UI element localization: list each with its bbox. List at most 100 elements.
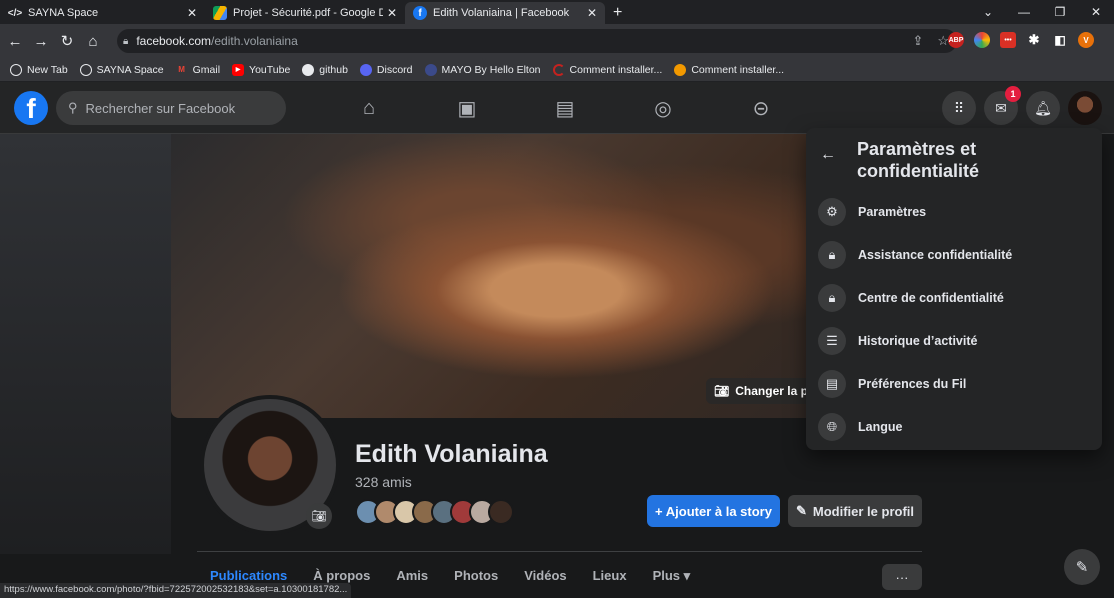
menu-title: Paramètres et confidentialité xyxy=(857,139,980,181)
menu-item-centre-confidentialite[interactable]: 🔒︎ Centre de confidentialité xyxy=(806,276,1102,319)
globe-icon xyxy=(79,63,92,76)
tab-photos[interactable]: Photos xyxy=(454,568,498,584)
groups-icon[interactable]: ◎ xyxy=(614,82,712,134)
camera-icon[interactable]: 📷︎ xyxy=(306,503,332,529)
menu-item-label: Préférences du Fil xyxy=(858,376,967,391)
home-icon[interactable]: ⌂ xyxy=(82,33,104,50)
tab-amis[interactable]: Amis xyxy=(396,568,428,584)
add-story-button[interactable]: + Ajouter à la story xyxy=(647,495,780,527)
change-cover-button[interactable]: 📷︎ Changer la photo de couverture xyxy=(706,378,816,404)
menu-item-label: Paramètres xyxy=(858,204,927,219)
new-message-icon[interactable]: ✎ xyxy=(1064,549,1100,585)
reload-icon[interactable]: ↻ xyxy=(56,32,78,50)
marketplace-icon[interactable]: ▤ xyxy=(516,82,614,134)
friend-avatars xyxy=(355,499,514,525)
forward-arrow-icon[interactable]: → xyxy=(30,33,52,50)
address-bar-row: ← → ↻ ⌂ 🔒︎ facebook.com/edith.volaniaina… xyxy=(0,24,1114,58)
close-icon[interactable]: ✕ xyxy=(587,6,597,20)
tab-plus[interactable]: Plus ▾ xyxy=(653,568,691,584)
github-icon xyxy=(302,63,315,76)
facebook-header: f ⚲ Rechercher sur Facebook ⌂ ▣ ▤ ◎ ⊝ ⠿ … xyxy=(0,82,1114,134)
gaming-icon[interactable]: ⊝ xyxy=(712,82,810,134)
home-icon[interactable]: ⌂ xyxy=(320,82,418,134)
puzzle-icon[interactable]: ✱ xyxy=(1026,32,1042,48)
bookmark-label: YouTube xyxy=(249,63,291,76)
more-options-button[interactable]: ··· xyxy=(882,564,922,590)
menu-grid-icon[interactable]: ⠿ xyxy=(942,91,976,125)
friend-avatar[interactable] xyxy=(488,499,514,525)
tab-google-drive[interactable]: Projet - Sécurité.pdf - Google Dr ✕ xyxy=(205,2,405,24)
restore-icon[interactable]: ❐ xyxy=(1042,5,1078,19)
messenger-icon[interactable]: ✉ 1 xyxy=(984,86,1021,125)
lock-icon: 🔒︎ xyxy=(818,283,846,312)
share-icon[interactable]: ⇪ xyxy=(912,33,923,49)
menu-item-langue[interactable]: 🌐︎ Langue xyxy=(806,405,1102,448)
new-tab-button[interactable]: + xyxy=(613,2,622,24)
account-avatar[interactable] xyxy=(1068,91,1102,125)
bookmark-label: New Tab xyxy=(27,63,68,76)
chevron-down-icon[interactable]: ⌄ xyxy=(970,5,1006,19)
url-input[interactable]: 🔒︎ facebook.com/edith.volaniaina ⇪ ☆ xyxy=(117,29,957,53)
gmail-icon: M xyxy=(178,65,185,74)
back-arrow-icon[interactable]: ← xyxy=(4,33,26,50)
mayo-icon xyxy=(424,63,437,76)
window-controls: ⌄ — ❐ ✕ xyxy=(970,0,1114,24)
globe-icon xyxy=(10,63,22,76)
menu-items: ⚙ Paramètres 🔒︎ Assistance confidentiali… xyxy=(806,190,1102,448)
facebook-logo-icon[interactable]: f xyxy=(14,91,48,125)
facebook-icon: f xyxy=(413,6,427,20)
bookmark-label: Comment installer... xyxy=(691,63,785,76)
extension-red-icon[interactable]: ••• xyxy=(1000,32,1016,48)
add-story-label: + Ajouter à la story xyxy=(655,503,772,519)
tab-title: SAYNA Space xyxy=(28,7,99,19)
tab-title: Edith Volaniaina | Facebook xyxy=(433,7,570,19)
camera-icon: 📷︎ xyxy=(714,384,730,398)
edit-profile-button[interactable]: ✎ Modifier le profil xyxy=(788,495,922,527)
bookmark-comment-installer-1[interactable]: Comment installer... xyxy=(552,63,662,76)
minimize-icon[interactable]: — xyxy=(1006,5,1042,19)
change-cover-label: Changer la photo de couverture xyxy=(735,384,816,398)
bookmark-mayo[interactable]: MAYO By Hello Elton xyxy=(424,63,541,76)
tab-sayna[interactable]: </> SAYNA Space ✕ xyxy=(0,2,205,24)
sidepanel-icon[interactable]: ◧ xyxy=(1052,32,1068,48)
extensions-area: ABP ••• ✱ ◧ V xyxy=(948,32,1094,48)
menu-item-preferences-fil[interactable]: ▤ Préférences du Fil xyxy=(806,362,1102,405)
url-domain: facebook.com xyxy=(136,34,212,48)
lock-icon[interactable]: 🔒︎ xyxy=(123,36,128,47)
extension-ring-icon[interactable] xyxy=(974,32,990,48)
menu-item-assistance-confidentialite[interactable]: 🔒︎ Assistance confidentialité xyxy=(806,233,1102,276)
bookmarks-bar: New Tab SAYNA Space M Gmail ▶ YouTube gith… xyxy=(0,58,1114,82)
menu-item-historique-activite[interactable]: ☰ Historique d’activité xyxy=(806,319,1102,362)
divider xyxy=(197,551,922,552)
globe-icon: 🌐︎ xyxy=(818,412,846,441)
bookmark-youtube[interactable]: ▶ YouTube xyxy=(232,63,291,76)
close-icon[interactable]: ✕ xyxy=(187,6,197,20)
bookmark-sayna[interactable]: SAYNA Space xyxy=(79,63,164,76)
close-icon[interactable]: ✕ xyxy=(387,6,397,20)
bell-icon[interactable]: 🔔︎ xyxy=(1026,91,1060,125)
friends-count[interactable]: 328 amis xyxy=(355,474,412,490)
header-actions: ⠿ ✉ 1 🔔︎ xyxy=(942,86,1102,125)
tab-videos[interactable]: Vidéos xyxy=(524,568,566,584)
menu-item-label: Assistance confidentialité xyxy=(858,247,1013,262)
close-window-icon[interactable]: ✕ xyxy=(1078,5,1114,19)
bookmark-discord[interactable]: Discord xyxy=(359,63,413,76)
google-drive-icon xyxy=(213,6,227,20)
tab-facebook[interactable]: f Edith Volaniaina | Facebook ✕ xyxy=(405,2,605,24)
tab-a-propos[interactable]: À propos xyxy=(313,568,370,584)
profile-avatar-icon[interactable]: V xyxy=(1078,32,1094,48)
bookmark-comment-installer-2[interactable]: Comment installer... xyxy=(674,63,785,76)
main-nav: ⌂ ▣ ▤ ◎ ⊝ xyxy=(320,82,810,134)
back-arrow-icon[interactable]: ← xyxy=(820,146,836,164)
tab-lieux[interactable]: Lieux xyxy=(593,568,627,584)
tab-publications[interactable]: Publications xyxy=(210,568,287,584)
bookmark-label: Gmail xyxy=(192,63,221,76)
menu-item-parametres[interactable]: ⚙ Paramètres xyxy=(806,190,1102,233)
bookmark-new-tab[interactable]: New Tab xyxy=(10,63,68,76)
bookmark-github[interactable]: github xyxy=(302,63,348,76)
search-input[interactable]: ⚲ Rechercher sur Facebook xyxy=(56,91,286,125)
video-icon[interactable]: ▣ xyxy=(418,82,516,134)
adblock-icon[interactable]: ABP xyxy=(948,32,964,48)
page-background xyxy=(0,134,171,554)
bookmark-gmail[interactable]: M Gmail xyxy=(176,64,220,76)
